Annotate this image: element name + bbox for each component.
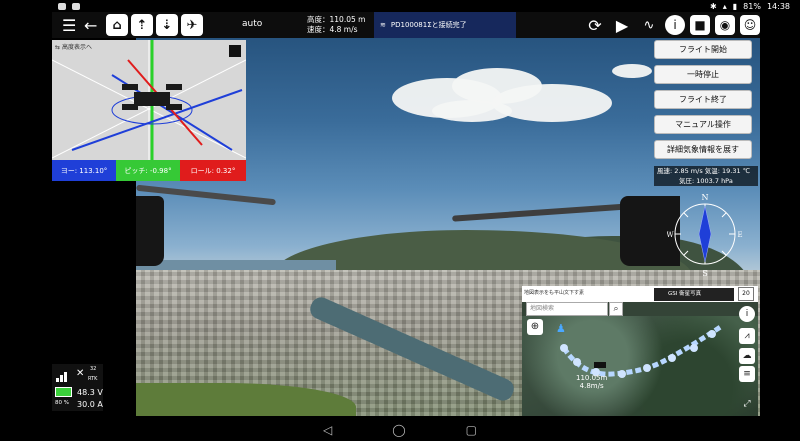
telemetry-panel: ✕ 32 RTK 48.3 V 80 % 30.0 A bbox=[52, 364, 103, 411]
compass-east: E bbox=[737, 231, 742, 239]
map-weather-icon[interactable]: ☁ bbox=[739, 348, 755, 364]
message-icon bbox=[58, 2, 66, 10]
voltage: 48.3 V bbox=[77, 388, 103, 397]
android-status-bar: ✱ ▴ ▮ 81% 14:38 bbox=[0, 0, 800, 12]
home-icon[interactable]: ⌂ bbox=[106, 14, 128, 36]
map-search-input[interactable]: 地図検索 bbox=[526, 302, 608, 316]
map-layer-select[interactable]: GSI 衛星写真 bbox=[654, 288, 734, 301]
aperture-icon[interactable]: ◉ bbox=[715, 15, 735, 35]
back-arrow-icon[interactable]: ← bbox=[84, 14, 97, 36]
yaw-readout: ヨー: 113.10° bbox=[52, 160, 116, 181]
pressure: 気圧: 1003.7 hPa bbox=[679, 177, 733, 185]
satellite-count: 32 bbox=[90, 366, 97, 372]
home-nav-icon[interactable]: ◯ bbox=[392, 423, 405, 437]
signal-bars-icon bbox=[56, 370, 70, 382]
map-graph-icon[interactable]: ⩘ bbox=[739, 328, 755, 344]
waveform-icon[interactable]: ∿ bbox=[638, 14, 660, 36]
map-note: 地図表示をも平山文下す素 bbox=[524, 290, 585, 296]
compass-west: W bbox=[667, 231, 674, 239]
zoom-level-badge[interactable]: 20 bbox=[738, 287, 754, 301]
attitude-3d-view bbox=[52, 40, 246, 160]
map-info-icon[interactable]: i bbox=[739, 306, 755, 322]
battery-percent: 81% bbox=[743, 1, 761, 11]
clock: 14:38 bbox=[766, 1, 790, 11]
current: 30.0 A bbox=[77, 400, 103, 409]
android-nav-bar: ◁ ◯ ▢ bbox=[0, 418, 800, 441]
flight-mode: auto bbox=[242, 19, 263, 29]
drone-icon[interactable]: ✈ bbox=[181, 14, 203, 36]
battery-level-icon bbox=[55, 387, 72, 397]
video-camera-icon[interactable]: ■ bbox=[690, 15, 710, 35]
flight-control-buttons: フライト開始 一時停止 フライト終了 マニュアル操作 詳細気象情報を展す bbox=[654, 40, 752, 165]
landing-icon[interactable]: ⇣ bbox=[156, 14, 178, 36]
pause-button[interactable]: 一時停止 bbox=[654, 65, 752, 84]
altitude-text: 高度：110.05 m bbox=[307, 15, 366, 24]
wind-speed: 風速: 2.85 m/s bbox=[657, 167, 703, 175]
signal-icon: ▴ bbox=[722, 1, 727, 11]
temperature: 気温: 19.31 ℃ bbox=[704, 167, 751, 175]
weather-detail-button[interactable]: 詳細気象情報を展す bbox=[654, 140, 752, 159]
altitude-speed-readout: 高度：110.05 m 速度：4.8 m/s bbox=[307, 15, 365, 35]
top-toolbar: ☰ ← ⌂ ⇡ ⇣ ✈ auto 高度：110.05 m 速度：4.8 m/s … bbox=[52, 12, 760, 38]
bluetooth-icon: ✱ bbox=[710, 1, 717, 11]
end-flight-button[interactable]: フライト終了 bbox=[654, 90, 752, 109]
rtk-label: RTK bbox=[88, 376, 98, 382]
compass: N E S W bbox=[667, 193, 743, 278]
roll-readout: ロール: 0.32° bbox=[180, 160, 246, 181]
compass-north: N bbox=[702, 193, 709, 202]
robot-icon[interactable]: ☺ bbox=[740, 15, 760, 35]
wifi-icon: ≋ bbox=[380, 21, 386, 29]
refresh-icon[interactable]: ⟳ bbox=[584, 14, 606, 36]
weather-panel: 風速: 2.85 m/s 気温: 19.31 ℃ 気圧: 1003.7 hPa bbox=[654, 166, 758, 186]
info-icon[interactable]: i bbox=[665, 15, 685, 35]
start-flight-button[interactable]: フライト開始 bbox=[654, 40, 752, 59]
video-icon bbox=[72, 2, 80, 10]
speed-text: 速度：4.8 m/s bbox=[307, 25, 358, 34]
map-drone-label: 110.05m 4.8m/s bbox=[576, 374, 608, 390]
connection-status: ≋ PD100081Σと接続完了 bbox=[374, 12, 516, 38]
fullscreen-icon[interactable]: ⤢ bbox=[739, 396, 755, 412]
compass-south: S bbox=[702, 269, 707, 278]
connection-text: PD100081Σと接続完了 bbox=[390, 21, 467, 29]
menu-icon[interactable]: ☰ bbox=[62, 14, 76, 36]
motor-left bbox=[136, 196, 164, 266]
satellite-icon: ✕ bbox=[76, 368, 85, 379]
back-nav-icon[interactable]: ◁ bbox=[323, 423, 332, 437]
pitch-readout: ピッチ: -0.98° bbox=[116, 160, 180, 181]
map-panel[interactable]: 地図表示をも平山文下す素 GSI 衛星写真 ▾ 20 地図検索 ⌕ ⊕ ♟ i … bbox=[522, 286, 758, 416]
manual-control-button[interactable]: マニュアル操作 bbox=[654, 115, 752, 134]
locate-icon[interactable]: ⊕ bbox=[527, 319, 543, 335]
operator-icon: ♟ bbox=[556, 322, 566, 335]
battery-icon: ▮ bbox=[732, 1, 738, 11]
attitude-panel: ⇆ 高度表示へ ヨー: 113.10° ピッチ: -0.98° ロール: 0.3… bbox=[52, 40, 246, 181]
map-list-icon[interactable]: ≡ bbox=[739, 366, 755, 382]
recents-nav-icon[interactable]: ▢ bbox=[466, 423, 477, 437]
takeoff-icon[interactable]: ⇡ bbox=[131, 14, 153, 36]
camera-icon[interactable]: ▶ bbox=[611, 14, 633, 36]
search-icon[interactable]: ⌕ bbox=[609, 302, 623, 316]
battery-percent-telemetry: 80 % bbox=[55, 400, 69, 406]
